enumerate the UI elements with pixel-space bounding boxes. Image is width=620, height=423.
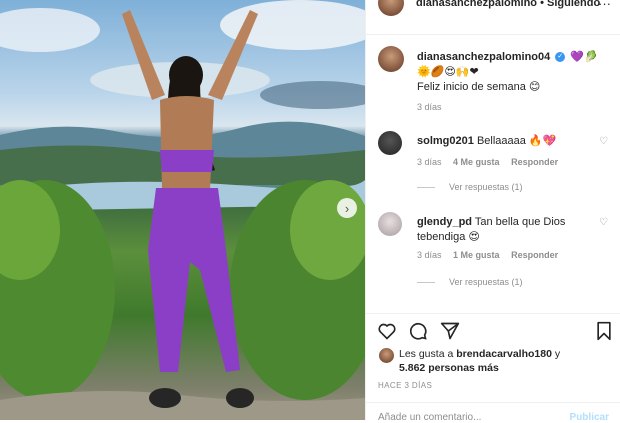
comment-icon[interactable] — [408, 321, 428, 341]
comment-time: 3 días — [417, 157, 442, 167]
caption-text: dianasanchezpalomino04 ✓ 💜🥬 🌞🏉😍🙌❤ Feliz … — [417, 50, 617, 95]
post-photo[interactable]: › — [0, 0, 365, 420]
likes-text: Les gusta a brendacarvalho180 y 5.862 pe… — [399, 347, 609, 375]
divider — [366, 34, 620, 35]
publish-button[interactable]: Publicar — [570, 412, 609, 423]
avatar[interactable] — [378, 0, 404, 16]
divider — [366, 402, 620, 403]
chevron-right-icon: › — [344, 200, 350, 216]
photo-illustration — [0, 0, 365, 420]
action-bar — [366, 321, 620, 345]
likes-prefix: Les gusta a — [399, 348, 454, 360]
likes-user[interactable]: brendacarvalho180 — [456, 348, 552, 360]
divider — [366, 313, 620, 314]
likes-connector: y — [554, 348, 561, 360]
caption-time: 3 días — [417, 102, 442, 112]
like-heart-icon[interactable] — [377, 321, 397, 341]
likes-count[interactable]: 5.862 personas más — [399, 362, 499, 374]
next-photo-button[interactable]: › — [337, 198, 357, 218]
comment-time: 3 días — [417, 250, 442, 260]
heart-icon[interactable]: ♡ — [599, 217, 608, 228]
reply-button[interactable]: Responder — [511, 157, 558, 167]
comment-body: Bellaaaaa 🔥💖 — [476, 135, 557, 147]
view-replies-label: Ver respuestas (1) — [449, 182, 523, 192]
post-timestamp[interactable]: HACE 3 DÍAS — [378, 381, 432, 390]
caption-body: Feliz inicio de semana 😊 — [417, 81, 541, 93]
comment-input[interactable]: Añade un comentario... — [378, 412, 481, 423]
comment-meta: 3 días 1 Me gusta Responder — [417, 250, 567, 260]
caption-emojis-1: 💜🥬 — [570, 51, 598, 63]
comment-likes[interactable]: 4 Me gusta — [453, 157, 500, 167]
caption-username[interactable]: dianasanchezpalomino04 — [417, 51, 550, 63]
view-replies-button[interactable]: Ver respuestas (1) — [417, 182, 523, 192]
post-side-panel: dianasanchezpalomino • Siguiendo ··· dia… — [365, 0, 620, 423]
avatar[interactable] — [378, 131, 402, 155]
comment-meta: 3 días 4 Me gusta Responder — [417, 157, 567, 167]
header-username[interactable]: dianasanchezpalomino — [416, 0, 537, 9]
more-icon[interactable]: ··· — [598, 0, 611, 11]
avatar[interactable] — [378, 212, 402, 236]
follow-status[interactable]: • Siguiendo — [540, 0, 600, 9]
reply-button[interactable]: Responder — [511, 250, 558, 260]
divider — [417, 281, 435, 283]
comment-text: glendy_pd Tan bella que Dios tebendiga 😍 — [417, 215, 587, 245]
verified-icon: ✓ — [555, 52, 566, 63]
comment-username[interactable]: solmg0201 — [417, 135, 474, 147]
comment-text: solmg0201 Bellaaaaa 🔥💖 — [417, 134, 597, 149]
avatar[interactable] — [379, 348, 394, 363]
comment-likes[interactable]: 1 Me gusta — [453, 250, 500, 260]
bookmark-icon[interactable] — [595, 321, 613, 341]
share-icon[interactable] — [440, 321, 460, 341]
caption-emojis-2: 🌞🏉😍🙌❤ — [417, 66, 479, 78]
heart-icon[interactable]: ♡ — [599, 136, 608, 147]
divider — [417, 186, 435, 188]
view-replies-button[interactable]: Ver respuestas (1) — [417, 277, 523, 287]
header-username-line: dianasanchezpalomino • Siguiendo — [416, 0, 600, 9]
post-header: dianasanchezpalomino • Siguiendo ··· — [366, 0, 620, 18]
view-replies-label: Ver respuestas (1) — [449, 277, 523, 287]
comment-username[interactable]: glendy_pd — [417, 216, 472, 228]
avatar[interactable] — [378, 46, 404, 72]
